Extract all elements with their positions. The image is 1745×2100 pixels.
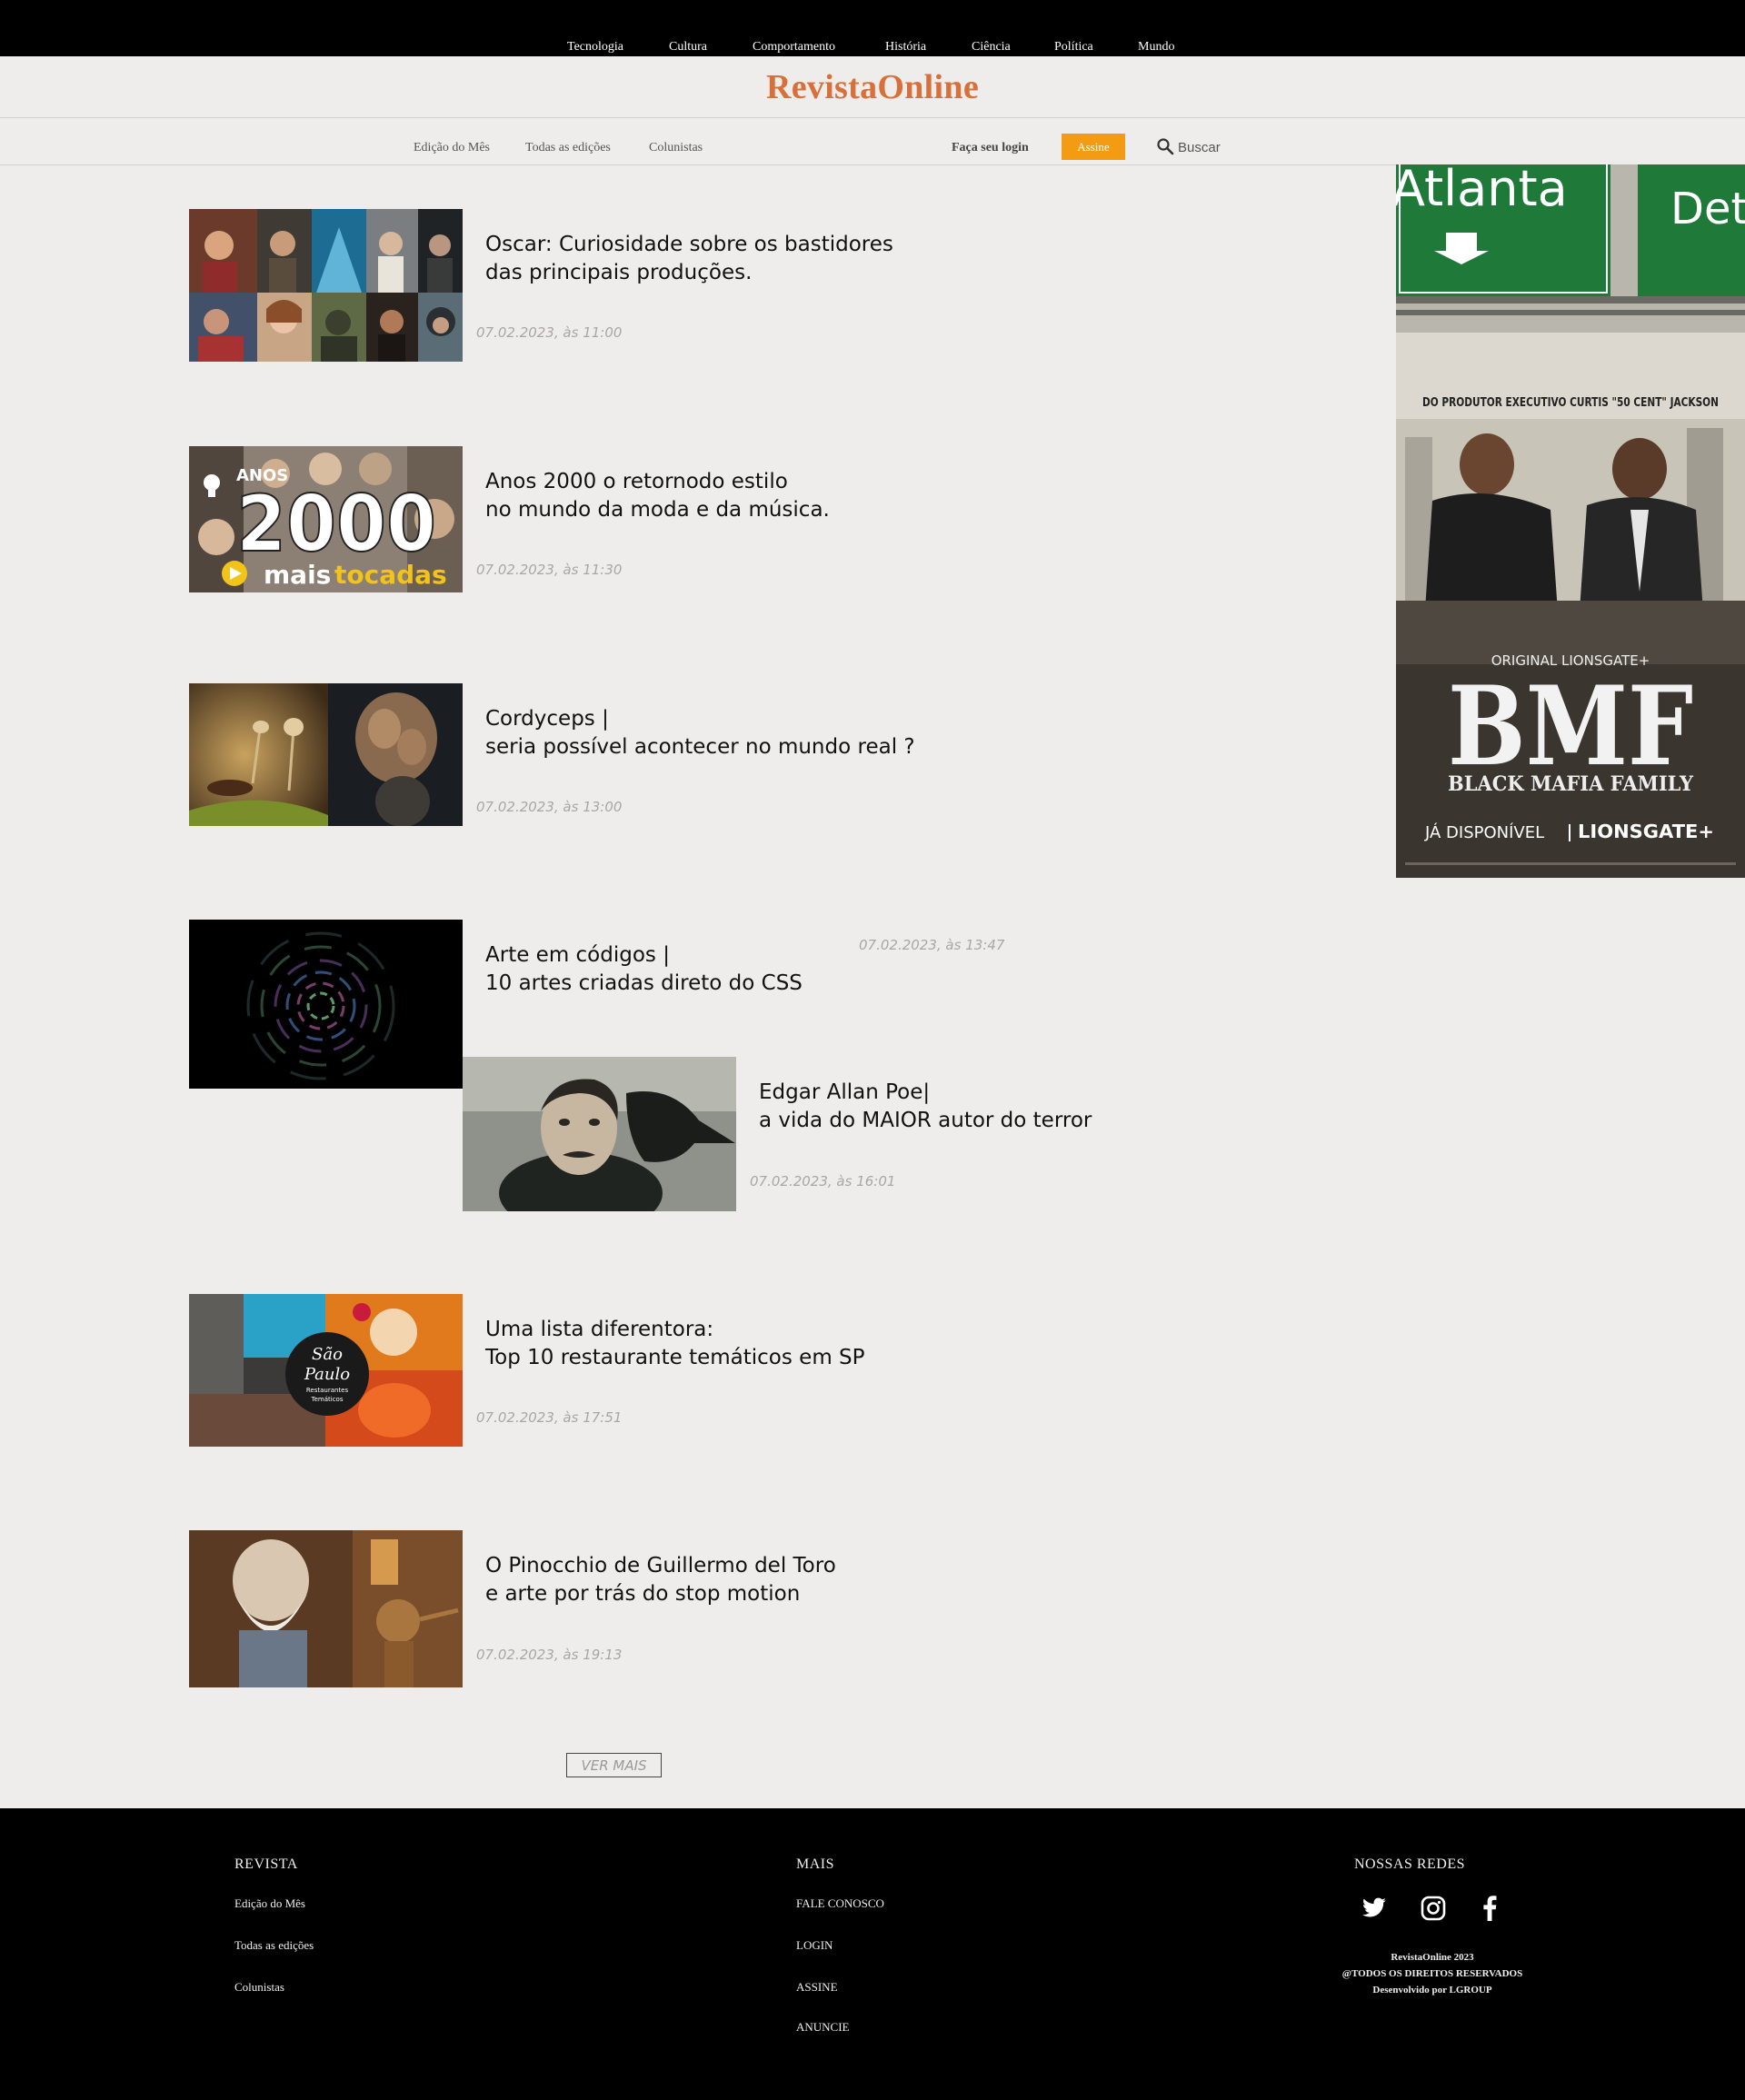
footer-link-todas-edicoes[interactable]: Todas as edições xyxy=(234,1938,314,1953)
thumb-tocadas-text: tocadas xyxy=(334,560,447,590)
article-title-cordyceps[interactable]: Cordyceps | seria possível acontecer no … xyxy=(485,705,915,761)
article-title-line[interactable]: O Pinocchio de Guillermo del Toro xyxy=(485,1552,836,1580)
thumb-year-text: 2000 xyxy=(236,479,436,570)
thumb-tematicos-text: Temáticos xyxy=(311,1396,344,1403)
topnav-tecnologia[interactable]: Tecnologia xyxy=(567,40,623,55)
article-thumbnail-arte-codigos[interactable] xyxy=(189,920,463,1089)
topnav-mundo[interactable]: Mundo xyxy=(1138,40,1174,55)
ad-subtitle-text: BLACK MAFIA FAMILY xyxy=(1448,772,1693,796)
article-date: 07.02.2023, às 13:00 xyxy=(476,799,623,815)
article-thumbnail-restaurantes-sp[interactable]: São Paulo Restaurantes Temáticos xyxy=(189,1294,463,1447)
article-title-arte-codigos[interactable]: Arte em códigos | 10 artes criadas diret… xyxy=(485,941,803,998)
article-title-line[interactable]: Edgar Allan Poe| xyxy=(759,1079,1092,1107)
anos-2000-image: ANOS 2000 mais tocadas xyxy=(189,446,463,592)
footer-rights-line: @TODOS OS DIREITOS RESERVADOS xyxy=(1341,1968,1523,1979)
article-date: 07.02.2023, às 11:00 xyxy=(476,324,623,341)
oscar-collage-image xyxy=(189,209,463,362)
advertisement-banner[interactable]: Atlanta Det DO PRODUTOR EXECUTIVO CURTIS… xyxy=(1396,164,1745,878)
cordyceps-image xyxy=(189,683,463,826)
instagram-icon[interactable] xyxy=(1421,1896,1446,1921)
article-title-line[interactable]: Cordyceps | xyxy=(485,705,915,733)
twitter-icon[interactable] xyxy=(1361,1897,1387,1919)
footer-link-colunistas[interactable]: Colunistas xyxy=(234,1980,284,1995)
article-title-line[interactable]: seria possível acontecer no mundo real ? xyxy=(485,733,915,761)
footer-link-login[interactable]: LOGIN xyxy=(796,1938,833,1953)
search-icon[interactable] xyxy=(1156,137,1174,155)
article-title-line[interactable]: Oscar: Curiosidade sobre os bastidores xyxy=(485,231,893,259)
sub-navigation xyxy=(0,118,1745,165)
edgar-allan-poe-image xyxy=(463,1057,736,1211)
article-date: 07.02.2023, às 11:30 xyxy=(476,562,623,578)
facebook-icon[interactable] xyxy=(1482,1896,1497,1921)
ad-producer-text: DO PRODUTOR EXECUTIVO CURTIS "50 CENT" J… xyxy=(1422,396,1719,410)
site-logo[interactable]: RevistaOnline xyxy=(0,67,1745,107)
login-link[interactable]: Faça seu login xyxy=(952,141,1029,155)
thumb-restaurantes-text: Restaurantes xyxy=(306,1387,349,1394)
search-label[interactable]: Buscar xyxy=(1178,140,1221,155)
thumb-sao-text: São xyxy=(312,1345,343,1364)
article-title-line[interactable]: no mundo da moda e da música. xyxy=(485,496,830,524)
article-date: 07.02.2023, às 13:47 xyxy=(859,937,1005,953)
article-title-anos-2000[interactable]: Anos 2000 o retornodo estilo no mundo da… xyxy=(485,468,830,524)
article-title-line[interactable]: Anos 2000 o retornodo estilo xyxy=(485,468,830,496)
footer-nossas-redes-heading: NOSSAS REDES xyxy=(1354,1856,1466,1872)
topnav-politica[interactable]: Política xyxy=(1054,40,1093,55)
article-thumbnail-pinocchio[interactable] xyxy=(189,1530,463,1687)
footer-link-edicao-do-mes[interactable]: Edição do Mês xyxy=(234,1896,305,1911)
article-title-restaurantes-sp[interactable]: Uma lista diferentora: Top 10 restaurant… xyxy=(485,1316,865,1372)
footer-revista-heading: REVISTA xyxy=(234,1856,298,1872)
article-title-oscar[interactable]: Oscar: Curiosidade sobre os bastidores d… xyxy=(485,231,893,287)
subnav-todas-edicoes[interactable]: Todas as edições xyxy=(525,141,611,155)
footer-developer-line: Desenvolvido por LGROUP xyxy=(1372,1985,1492,1995)
footer-mais-heading: MAIS xyxy=(796,1856,835,1872)
article-thumbnail-edgar-allan-poe[interactable] xyxy=(463,1057,736,1211)
article-title-pinocchio[interactable]: O Pinocchio de Guillermo del Toro e arte… xyxy=(485,1552,836,1608)
topnav-comportamento[interactable]: Comportamento xyxy=(753,40,835,55)
ad-sign-left: Atlanta xyxy=(1396,164,1568,217)
subnav-edicao-do-mes[interactable]: Edição do Mês xyxy=(414,141,490,155)
article-thumbnail-oscar[interactable] xyxy=(189,209,463,362)
article-title-line[interactable]: 10 artes criadas direto do CSS xyxy=(485,970,803,998)
pinocchio-image xyxy=(189,1530,463,1687)
footer-copyright-line: RevistaOnline 2023 xyxy=(1391,1952,1474,1963)
topnav-ciencia[interactable]: Ciência xyxy=(972,40,1011,55)
ad-brand-text: LIONSGATE+ xyxy=(1578,821,1714,842)
ad-title-text: BMF xyxy=(1448,662,1693,791)
footer-link-assine[interactable]: ASSINE xyxy=(796,1980,838,1995)
load-more-button[interactable]: VER MAIS xyxy=(566,1753,662,1777)
article-title-line[interactable]: Top 10 restaurante temáticos em SP xyxy=(485,1344,865,1372)
article-date: 07.02.2023, às 16:01 xyxy=(750,1173,896,1189)
footer-link-fale-conosco[interactable]: FALE CONOSCO xyxy=(796,1896,884,1911)
subscribe-button[interactable]: Assine xyxy=(1062,134,1125,160)
ad-available-text: JÁ DISPONÍVEL xyxy=(1424,822,1544,842)
article-date: 07.02.2023, às 19:13 xyxy=(476,1647,623,1663)
article-title-line[interactable]: Uma lista diferentora: xyxy=(485,1316,865,1344)
subnav-colunistas[interactable]: Colunistas xyxy=(649,141,703,155)
article-date: 07.02.2023, às 17:51 xyxy=(476,1409,623,1426)
footer-link-anuncie[interactable]: ANUNCIE xyxy=(796,2020,850,2031)
css-art-image xyxy=(189,920,463,1089)
sao-paulo-restaurants-image: São Paulo Restaurantes Temáticos xyxy=(189,1294,463,1447)
article-title-line[interactable]: das principais produções. xyxy=(485,259,893,287)
article-title-line[interactable]: e arte por trás do stop motion xyxy=(485,1580,836,1608)
topnav-historia[interactable]: História xyxy=(885,40,926,55)
thumb-paulo-text: Paulo xyxy=(304,1365,350,1384)
article-title-line[interactable]: Arte em códigos | xyxy=(485,941,803,970)
article-title-line[interactable]: a vida do MAIOR autor do terror xyxy=(759,1107,1092,1135)
footer-link-anuncie-wrapper: ANUNCIE xyxy=(796,2019,850,2031)
top-category-bar xyxy=(0,0,1745,56)
bmf-poster-image: Atlanta Det DO PRODUTOR EXECUTIVO CURTIS… xyxy=(1396,164,1745,878)
topnav-cultura[interactable]: Cultura xyxy=(669,40,707,55)
thumb-mais-text: mais xyxy=(264,560,331,590)
article-thumbnail-cordyceps[interactable] xyxy=(189,683,463,826)
article-title-edgar-allan-poe[interactable]: Edgar Allan Poe| a vida do MAIOR autor d… xyxy=(759,1079,1092,1135)
article-thumbnail-anos-2000[interactable]: ANOS 2000 mais tocadas xyxy=(189,446,463,592)
ad-sign-right: Det xyxy=(1670,184,1745,234)
